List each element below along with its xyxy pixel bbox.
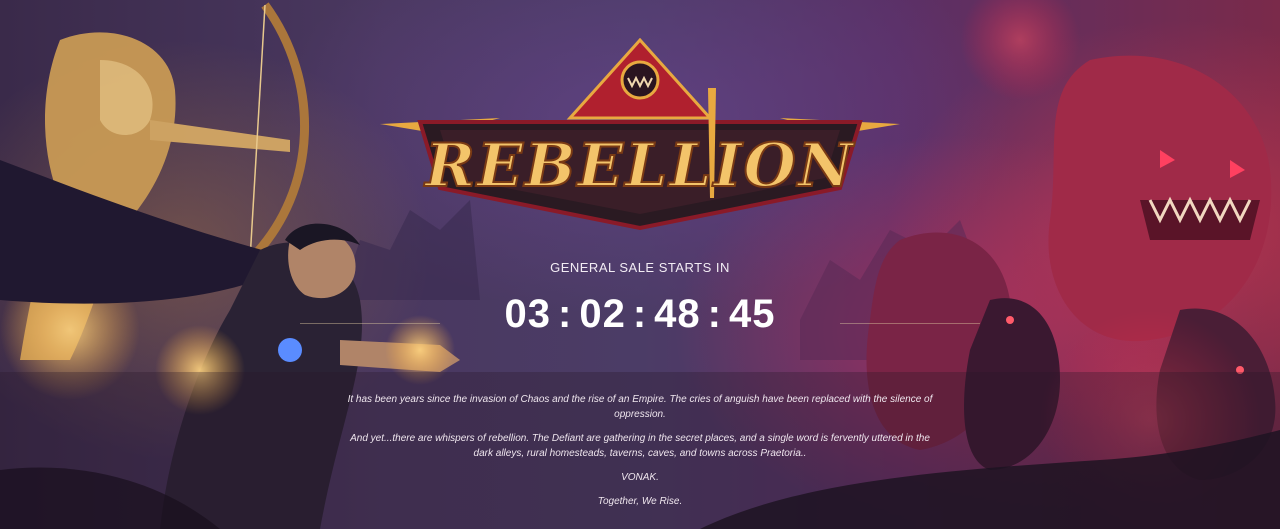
rebellion-logo: REBELLION	[380, 38, 900, 231]
story-text: It has been years since the invasion of …	[340, 392, 940, 518]
story-paragraph: It has been years since the invasion of …	[347, 394, 933, 420]
story-paragraph: VONAK.	[621, 472, 659, 483]
countdown-seconds: 45	[728, 292, 776, 336]
logo-text: REBELLION	[423, 131, 855, 201]
story-paragraph: And yet...there are whispers of rebellio…	[350, 433, 930, 459]
countdown-timer: 03:02:48:45	[0, 292, 1280, 337]
story-paragraph: Together, We Rise.	[597, 496, 683, 507]
countdown-separator: :	[632, 292, 648, 336]
hero-banner: REBELLION GENERAL SALE STARTS IN 03:02:4…	[0, 0, 1280, 529]
countdown-separator: :	[707, 292, 722, 336]
countdown-minutes: 48	[654, 292, 701, 336]
sale-countdown-label: GENERAL SALE STARTS IN	[550, 260, 730, 275]
countdown-hours: 02	[579, 292, 626, 336]
countdown-separator: :	[558, 292, 573, 336]
countdown-days: 03	[504, 292, 551, 336]
